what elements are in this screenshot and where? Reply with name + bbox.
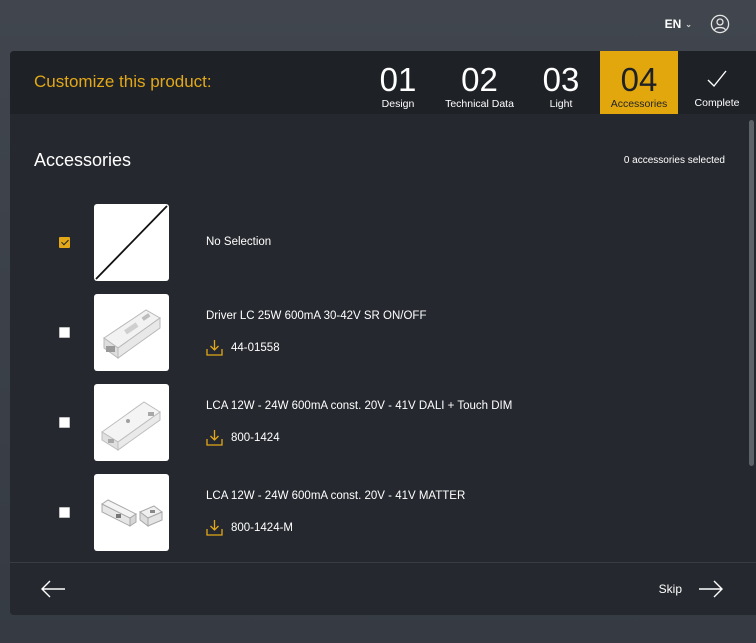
scrollbar-thumb[interactable] (749, 120, 754, 466)
driver-product-image (94, 384, 169, 461)
step-technical-data[interactable]: 02 Technical Data (437, 51, 522, 114)
language-selector[interactable]: EN ⌄ (665, 17, 692, 31)
download-icon (206, 430, 223, 446)
skip-label: Skip (658, 582, 682, 596)
page-title: Customize this product: (34, 72, 212, 91)
accessory-item[interactable]: LCA 12W - 24W 600mA const. 20V - 41V MAT… (10, 474, 710, 552)
accessory-name: LCA 12W - 24W 600mA const. 20V - 41V DAL… (206, 400, 513, 412)
step-label: Complete (694, 97, 740, 109)
accessory-item[interactable]: Driver LC 25W 600mA 30-42V SR ON/OFF 44-… (10, 294, 710, 372)
step-label: Design (381, 98, 415, 110)
accessory-item[interactable]: LCA 12W - 24W 600mA const. 20V - 41V DAL… (10, 384, 710, 462)
step-label: Light (549, 98, 573, 110)
step-light[interactable]: 03 Light (522, 51, 600, 114)
download-icon (206, 340, 223, 356)
accessory-checkbox[interactable] (59, 327, 70, 338)
download-icon (206, 520, 223, 536)
step-label: Technical Data (445, 98, 514, 110)
accessory-checkbox[interactable] (59, 507, 70, 518)
no-selection-thumbnail (94, 204, 169, 281)
wizard-footer: Skip (10, 562, 756, 615)
datasheet-download-link[interactable]: 800-1424-M (206, 519, 293, 536)
driver-product-image (94, 474, 169, 551)
selected-count: 0 accessories selected (623, 155, 725, 166)
datasheet-download-link[interactable]: 44-01558 (206, 339, 280, 356)
step-number: 02 (461, 61, 498, 98)
chevron-down-icon: ⌄ (685, 19, 692, 29)
step-number: 04 (620, 61, 658, 98)
step-number: 03 (542, 61, 580, 98)
product-code: 800-1424 (231, 431, 280, 444)
accessories-content: Accessories 0 accessories selected No Se… (10, 114, 756, 562)
step-design[interactable]: 01 Design (359, 51, 437, 114)
step-accessories[interactable]: 04 Accessories (600, 51, 678, 114)
forward-arrow-icon (699, 580, 723, 598)
accessory-name: No Selection (206, 236, 272, 248)
scrollbar[interactable] (747, 114, 756, 562)
driver-product-image (94, 294, 169, 371)
step-label: Accessories (610, 98, 668, 110)
top-bar: EN ⌄ (665, 10, 730, 38)
configurator-panel: Customize this product: 01 Design 02 Tec… (10, 51, 756, 615)
step-navigation: 01 Design 02 Technical Data 03 Light 04 … (359, 51, 756, 114)
step-number: 01 (379, 61, 417, 98)
back-arrow-icon[interactable] (40, 579, 66, 599)
accessory-item-no-selection[interactable]: No Selection (10, 204, 710, 282)
datasheet-download-link[interactable]: 800-1424 (206, 429, 280, 446)
product-code: 800-1424-M (231, 521, 294, 534)
accessory-checkbox[interactable] (59, 417, 70, 428)
section-title: Accessories (34, 150, 132, 170)
step-complete[interactable]: Complete (678, 51, 756, 114)
skip-button[interactable]: Skip (659, 579, 724, 599)
accessory-checkbox[interactable] (59, 237, 70, 248)
accessory-name: LCA 12W - 24W 600mA const. 20V - 41V MAT… (206, 490, 466, 502)
accessory-name: Driver LC 25W 600mA 30-42V SR ON/OFF (206, 310, 427, 322)
checkmark-icon (707, 70, 727, 88)
product-code: 44-01558 (231, 341, 280, 354)
language-label: EN (664, 17, 682, 31)
user-account-icon[interactable] (710, 14, 730, 34)
configurator-header: Customize this product: 01 Design 02 Tec… (10, 51, 756, 114)
